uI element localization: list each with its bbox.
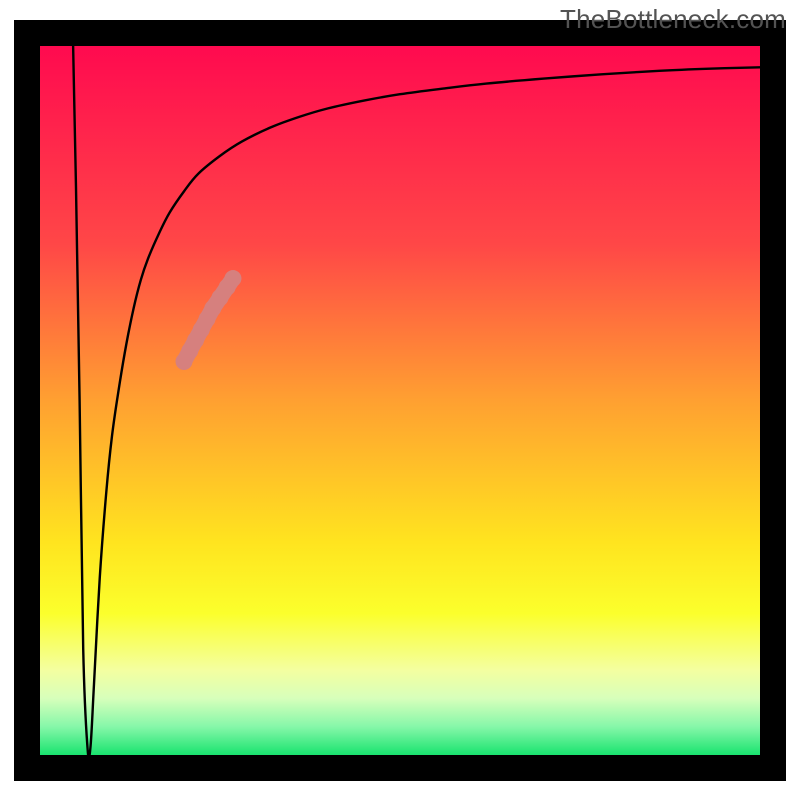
plot-background-gradient <box>40 46 760 755</box>
chart-stage: TheBottleneck.com <box>0 0 800 800</box>
bottleneck-chart <box>0 0 800 800</box>
watermark-text: TheBottleneck.com <box>560 4 786 35</box>
highlight-dot <box>224 270 241 287</box>
